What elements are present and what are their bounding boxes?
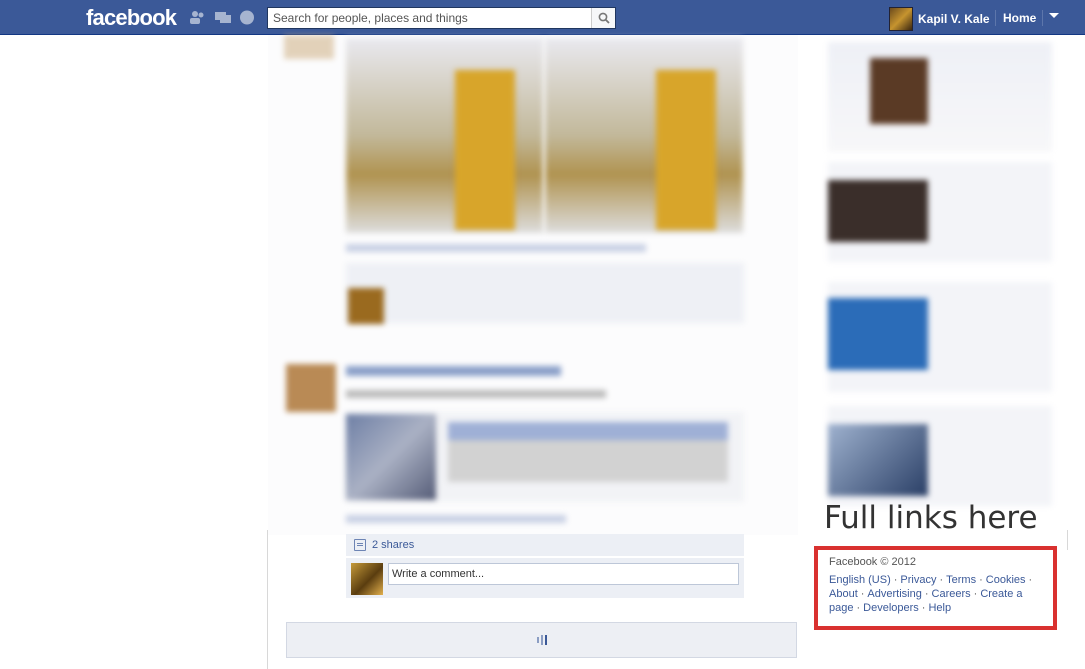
- post-avatar: [284, 35, 334, 59]
- shares-icon: [354, 539, 366, 551]
- caret-down-icon[interactable]: [1049, 13, 1059, 18]
- avatar: [889, 7, 913, 31]
- avatar: [351, 563, 383, 595]
- search-button[interactable]: [591, 8, 615, 28]
- footer-link-about[interactable]: About: [829, 588, 858, 600]
- profile-link[interactable]: Kapil V. Kale: [889, 7, 990, 31]
- post-actions: [346, 244, 646, 252]
- loading-icon: [536, 635, 547, 645]
- footer-link-language[interactable]: English (US): [829, 574, 891, 586]
- post-avatar: [286, 364, 336, 412]
- post-photo-detail: [455, 70, 515, 230]
- home-link[interactable]: Home: [1003, 11, 1036, 25]
- sponsored-ad: [828, 42, 1052, 152]
- footer-link-developers[interactable]: Developers: [863, 602, 919, 614]
- notifications-icon[interactable]: [239, 10, 255, 25]
- annotation-text: Full links here: [824, 500, 1038, 536]
- friend-requests-icon[interactable]: [189, 10, 205, 25]
- ad-image: [828, 424, 928, 496]
- search-input[interactable]: [268, 8, 588, 28]
- comment-composer: [346, 558, 744, 598]
- link-text: [448, 422, 728, 482]
- footer-link-careers[interactable]: Careers: [932, 588, 971, 600]
- comment-input[interactable]: [388, 563, 739, 585]
- link-thumbnail: [346, 414, 436, 500]
- post-comments: [346, 263, 744, 323]
- page-footer: Facebook © 2012 English (US) · Privacy · Ter…: [829, 555, 1049, 615]
- post-author: [346, 366, 561, 376]
- search-icon: [598, 12, 610, 24]
- shares-link[interactable]: 2 shares: [372, 539, 414, 551]
- ad-image: [828, 298, 928, 370]
- footer-link-privacy[interactable]: Privacy: [900, 574, 936, 586]
- divider: [267, 530, 268, 669]
- footer-link-cookies[interactable]: Cookies: [986, 574, 1026, 586]
- divider: [1042, 10, 1043, 26]
- post-actions: [346, 515, 566, 523]
- top-bar: facebook Kapil V. Kale Home: [0, 0, 1085, 35]
- footer-link-terms[interactable]: Terms: [946, 574, 976, 586]
- shares-bar[interactable]: 2 shares: [346, 534, 744, 556]
- user-name: Kapil V. Kale: [918, 12, 990, 26]
- ad-image: [870, 58, 928, 124]
- facebook-logo[interactable]: facebook: [86, 5, 177, 31]
- messages-icon[interactable]: [215, 10, 231, 25]
- post-text: [346, 390, 606, 398]
- ad-image: [828, 180, 928, 242]
- divider: [1067, 530, 1068, 550]
- copyright: Facebook © 2012: [829, 556, 916, 568]
- load-more-button[interactable]: [286, 622, 797, 658]
- search-box: [267, 7, 616, 29]
- post-photo-detail: [656, 70, 716, 230]
- comment-avatar: [348, 288, 384, 324]
- footer-link-help[interactable]: Help: [928, 602, 951, 614]
- footer-link-advertising[interactable]: Advertising: [867, 588, 921, 600]
- divider: [995, 10, 996, 26]
